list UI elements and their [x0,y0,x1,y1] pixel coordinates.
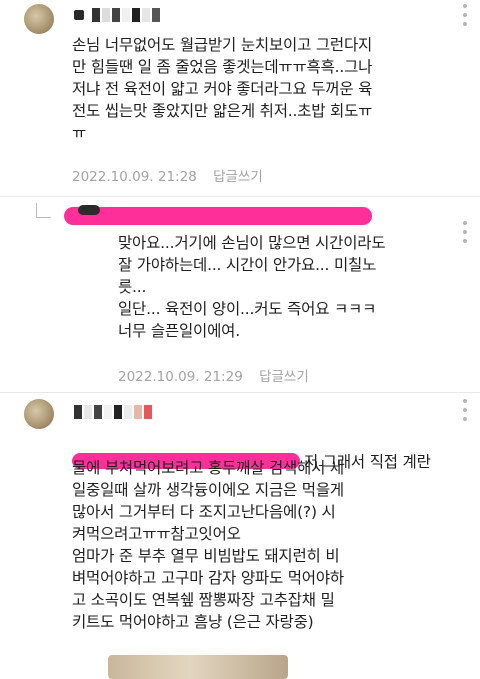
avatar[interactable] [78,205,100,215]
more-vertical-icon[interactable] [462,4,468,26]
avatar[interactable] [24,4,54,34]
reply-button[interactable]: 답글쓰기 [213,169,263,185]
comment-3: 저 그래서 직접 계란 물에 부쳐먹어보려고 홍두깨살 검색해서 세 일중일때 … [0,393,480,679]
author-name-mosaic [74,405,152,419]
comment-body: 물에 부쳐먹어보려고 홍두깨살 검색해서 세 일중일때 살까 생각듕이에오 지금… [72,459,344,631]
author-name-redacted[interactable] [74,10,84,20]
more-vertical-icon[interactable] [462,399,468,421]
reply-button[interactable]: 답글쓰기 [259,369,309,385]
reply-arrow-icon [36,203,51,218]
comment-meta: 2022.10.09. 21:28 답글쓰기 [72,165,263,185]
comment-2-reply: 맞아요...거기에 손님이 많으면 시간이라도 잘 가야하는데... 시간이 안… [0,197,480,389]
redaction-bar [64,207,372,225]
comment-1: 손님 너무없어도 월급받기 눈치보이고 그런다지 만 힘들땐 일 좀 줄었음 좋… [0,0,480,192]
author-name-mosaic [92,8,160,22]
photo-thumbnail[interactable] [108,655,288,679]
comment-timestamp: 2022.10.09. 21:28 [72,169,197,185]
comment-body: 손님 너무없어도 월급받기 눈치보이고 그런다지 만 힘들땐 일 좀 줄었음 좋… [72,36,373,142]
comment-meta: 2022.10.09. 21:29 답글쓰기 [118,365,309,385]
avatar[interactable] [24,399,54,429]
comment-body: 맞아요...거기에 손님이 많으면 시간이라도 잘 가야하는데... 시간이 안… [118,234,386,340]
comment-timestamp: 2022.10.09. 21:29 [118,369,243,385]
